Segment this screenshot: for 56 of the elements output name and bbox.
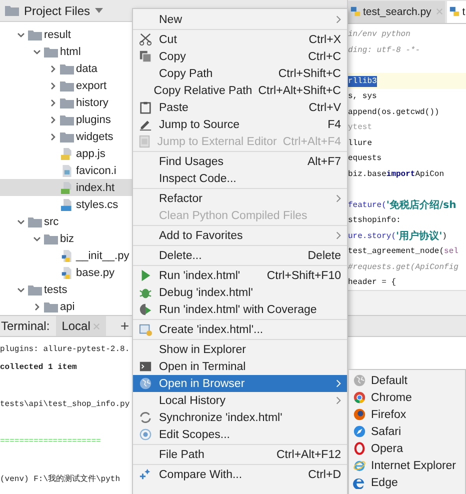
shortcut-label: Delete — [306, 250, 341, 262]
code-text: '免税店介绍/sh — [386, 198, 456, 212]
tree-item-label: __init__.py — [76, 250, 130, 262]
shortcut-label: Ctrl+Shift+C — [277, 68, 341, 80]
shortcut-label: Ctrl+C — [307, 50, 341, 62]
shortcut-label: Alt+F7 — [306, 156, 341, 168]
tree-item-label: html — [60, 46, 81, 58]
terminal-label: Terminal: — [0, 319, 50, 333]
code-text: ding: utf-8 -*- — [348, 46, 420, 55]
tree-item-label: index.ht — [76, 182, 115, 194]
terminal-text: plugins: allure-pytest-2.8. — [0, 344, 130, 354]
code-text: rllib3 — [348, 76, 377, 87]
shortcut-label: F4 — [326, 118, 341, 130]
terminal-text: (venv) F:\我的测试文件\pyth — [0, 473, 120, 484]
tree-item-label: plugins — [76, 114, 111, 126]
code-text: '用户协议' — [396, 229, 442, 244]
terminal-text: tests\api\test_shop_info.py — [0, 400, 130, 410]
tree-item-label: styles.cs — [76, 198, 118, 210]
code-text: feature( — [348, 200, 386, 210]
code-text: header = { — [348, 278, 396, 288]
terminal-rule: ===================== — [0, 437, 101, 446]
tree-item-label: src — [44, 216, 59, 228]
shortcut-label: Ctrl+Alt+F12 — [275, 448, 341, 460]
shortcut-label: Ctrl+X — [308, 34, 341, 46]
shortcut-label: Ctrl+Alt+Shift+C — [257, 84, 341, 96]
code-text: ure.story( — [348, 232, 396, 241]
tree-item-label: api — [60, 300, 75, 312]
code-text: ApiCon — [415, 170, 444, 179]
shortcut-label: Ctrl+Alt+F4 — [282, 136, 341, 148]
tree-item-label: result — [44, 28, 71, 40]
code-text: equests — [348, 154, 382, 164]
tree-item-label: widgets — [76, 130, 114, 142]
tree-item-label: app.js — [76, 148, 106, 160]
code-text: test_agreement_node( — [348, 247, 444, 256]
terminal-text: collected 1 item — [0, 363, 77, 372]
code-text: #requests.get(ApiConfig — [348, 262, 458, 272]
code-text: ytest — [348, 123, 372, 132]
code-text: llure — [348, 138, 372, 148]
code-text: stshopinfo: — [348, 216, 401, 226]
tree-item-label: data — [76, 62, 98, 74]
tree-item-label: history — [76, 96, 108, 108]
code-text: import — [386, 170, 416, 179]
code-text: in/env python — [348, 30, 410, 40]
code-text: ) — [442, 232, 447, 241]
code-text: biz.base — [348, 170, 386, 179]
tree-item-label: biz — [60, 232, 74, 244]
tree-item-label: base.py — [76, 266, 115, 278]
code-text: sel — [444, 247, 458, 256]
shortcut-label: Ctrl+V — [308, 102, 341, 114]
tree-item-label: favicon.i — [76, 164, 116, 176]
shortcut-label: Ctrl+D — [307, 468, 341, 480]
code-text: append(os.getcwd()) — [348, 108, 440, 117]
tree-item-label: export — [76, 80, 107, 92]
tree-item-label: tests — [44, 284, 68, 296]
code-text: s, sys — [348, 92, 377, 102]
shortcut-label: Ctrl+Shift+F10 — [266, 270, 341, 282]
